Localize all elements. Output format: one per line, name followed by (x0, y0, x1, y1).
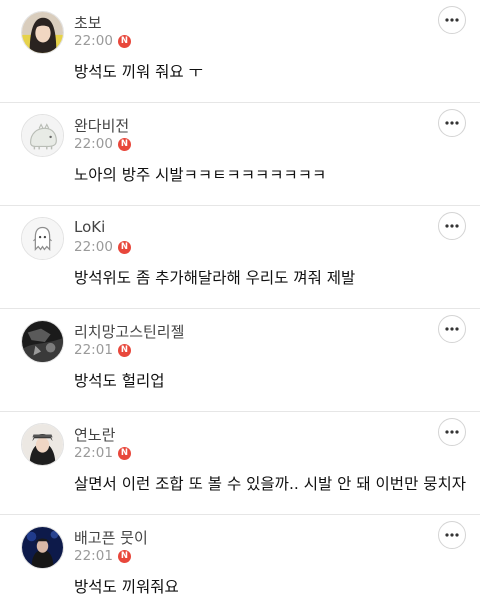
comment-meta: 22:00 N (74, 33, 131, 49)
avatar[interactable] (21, 320, 64, 363)
comment-time: 22:00 (74, 33, 113, 49)
comment-item: 배고픈 뭇이 22:01 N 방석도 끼워줘요 (0, 515, 480, 614)
comment-time: 22:00 (74, 136, 113, 152)
comment-body: 방석위도 좀 추가해달라해 우리도 껴줘 제발 (74, 269, 356, 287)
cartoon-creature-avatar-icon (22, 115, 63, 156)
comment-item: LoKi 22:00 N 방석위도 좀 추가해달라해 우리도 껴줘 제발 (0, 206, 480, 309)
comment-item: 리치망고스틴리젤 22:01 N 방석도 헐리업 (0, 309, 480, 412)
new-badge: N (117, 137, 131, 151)
comment-body: 방석도 헐리업 (74, 372, 165, 390)
more-options-button[interactable] (438, 212, 466, 240)
ghost-avatar-icon (22, 218, 63, 259)
comment-meta: 22:01 N (74, 342, 131, 358)
comment-meta: 22:01 N (74, 548, 131, 564)
comment-body: 방석도 끼워줘요 (74, 578, 179, 596)
comment-body: 방석도 끼워 줘요 ㅜ (74, 63, 203, 81)
profile-photo-icon (22, 527, 63, 568)
comment-nickname[interactable]: 완다비전 (74, 115, 129, 136)
comment-nickname[interactable]: 배고픈 뭇이 (74, 527, 148, 548)
comment-list: 초보 22:00 N 방석도 끼워 줘요 ㅜ 완다비전 22:00 N 노아의 … (0, 0, 480, 614)
comment-time: 22:01 (74, 342, 113, 358)
comment-nickname[interactable]: 연노란 (74, 424, 115, 445)
new-badge: N (117, 549, 131, 563)
new-badge: N (117, 240, 131, 254)
more-options-button[interactable] (438, 521, 466, 549)
comment-body: 노아의 방주 시발ㅋㅋㅌㅋㅋㅋㅋㅋㅋㅋ (74, 166, 327, 184)
more-icon (445, 18, 459, 22)
comment-nickname[interactable]: LoKi (74, 218, 105, 236)
more-icon (445, 121, 459, 125)
more-options-button[interactable] (438, 6, 466, 34)
new-badge: N (117, 34, 131, 48)
more-options-button[interactable] (438, 109, 466, 137)
comment-item: 완다비전 22:00 N 노아의 방주 시발ㅋㅋㅌㅋㅋㅋㅋㅋㅋㅋ (0, 103, 480, 206)
avatar[interactable] (21, 114, 64, 157)
more-icon (445, 327, 459, 331)
comment-time: 22:01 (74, 445, 113, 461)
comment-nickname[interactable]: 초보 (74, 12, 102, 33)
comment-time: 22:00 (74, 239, 113, 255)
avatar[interactable] (21, 11, 64, 54)
profile-photo-icon (22, 321, 63, 362)
more-options-button[interactable] (438, 315, 466, 343)
more-icon (445, 533, 459, 537)
more-options-button[interactable] (438, 418, 466, 446)
comment-nickname[interactable]: 리치망고스틴리젤 (74, 321, 184, 342)
comment-item: 초보 22:00 N 방석도 끼워 줘요 ㅜ (0, 0, 480, 103)
profile-photo-icon (22, 12, 63, 53)
comment-item: 연노란 22:01 N 살면서 이런 조합 또 볼 수 있을까.. 시발 안 돼… (0, 412, 480, 515)
more-icon (445, 430, 459, 434)
avatar[interactable] (21, 423, 64, 466)
profile-photo-icon (22, 424, 63, 465)
new-badge: N (117, 446, 131, 460)
avatar[interactable] (21, 526, 64, 569)
avatar[interactable] (21, 217, 64, 260)
comment-body: 살면서 이런 조합 또 볼 수 있을까.. 시발 안 돼 이번만 뭉치자 (74, 475, 467, 493)
new-badge: N (117, 343, 131, 357)
comment-meta: 22:01 N (74, 445, 131, 461)
comment-meta: 22:00 N (74, 136, 131, 152)
comment-meta: 22:00 N (74, 239, 131, 255)
comment-time: 22:01 (74, 548, 113, 564)
more-icon (445, 224, 459, 228)
